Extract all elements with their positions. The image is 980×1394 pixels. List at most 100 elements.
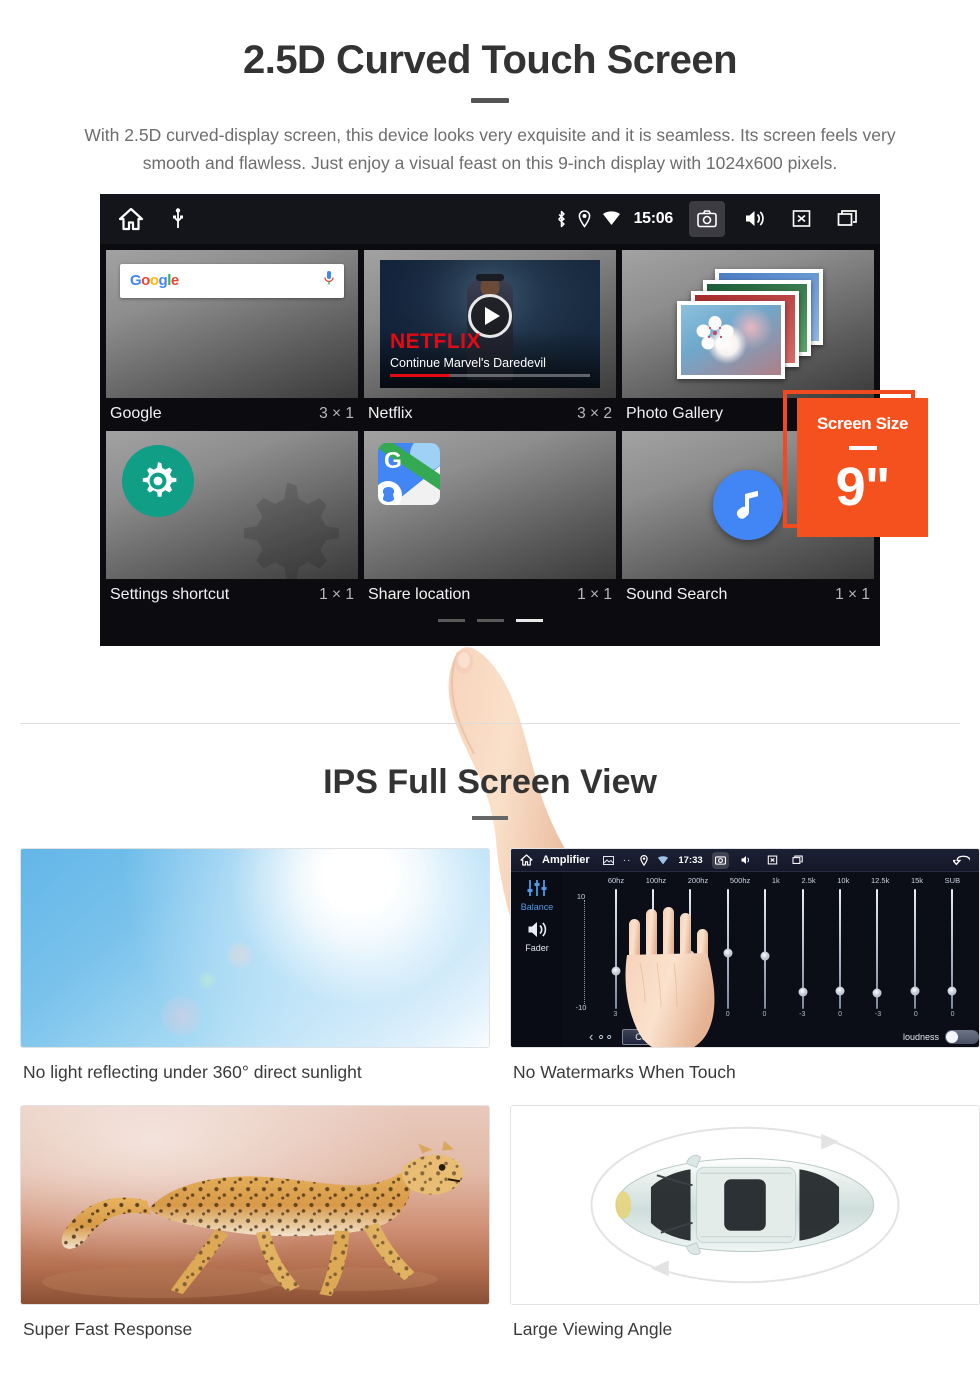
widget-name: Sound Search bbox=[626, 585, 728, 603]
widget-name: Netflix bbox=[368, 404, 413, 422]
widget-share-location[interactable]: G Share location 1 × 1 bbox=[364, 430, 616, 612]
picture-icon[interactable] bbox=[602, 855, 614, 865]
microphone-icon[interactable] bbox=[324, 270, 334, 291]
car-top-view-photo bbox=[510, 1105, 980, 1305]
widget-label: Netflix 3 × 2 bbox=[364, 398, 616, 431]
section-two-title: IPS Full Screen View bbox=[323, 763, 657, 801]
band-value: 0 bbox=[838, 1011, 843, 1018]
amp-title: Amplifier bbox=[542, 854, 590, 866]
page-dot-2[interactable] bbox=[476, 618, 504, 622]
card-caption: Large Viewing Angle bbox=[513, 1319, 673, 1339]
amplifier-screenshot: Amplifier ·· 17:33 Balance Fader 60hz 10… bbox=[510, 848, 980, 1048]
volume-icon[interactable] bbox=[736, 201, 772, 237]
cheetah-photo bbox=[20, 1105, 490, 1305]
page-indicator[interactable] bbox=[106, 612, 874, 622]
equalizer-icon[interactable] bbox=[526, 878, 548, 900]
camera-icon[interactable] bbox=[689, 200, 725, 237]
page-dot-1[interactable] bbox=[437, 618, 465, 622]
widget-label: Sound Search 1 × 1 bbox=[622, 579, 874, 612]
photo-gallery-widget[interactable] bbox=[622, 249, 874, 398]
gear-icon[interactable] bbox=[122, 444, 194, 517]
sunlight-photo bbox=[20, 848, 490, 1048]
loudness-toggle[interactable] bbox=[945, 1030, 979, 1044]
status-bar: 15:06 bbox=[100, 193, 880, 244]
recents-icon[interactable] bbox=[830, 201, 866, 237]
amp-status-bar: Amplifier ·· 17:33 bbox=[511, 849, 979, 872]
widget-size: 1 × 1 bbox=[319, 585, 354, 603]
equalizer-slider[interactable] bbox=[835, 889, 845, 1009]
maps-g-letter: G bbox=[384, 446, 402, 473]
band-value: -3 bbox=[874, 1011, 882, 1018]
music-note-icon[interactable] bbox=[713, 469, 783, 540]
widget-name: Google bbox=[110, 404, 162, 422]
page-dot-3[interactable] bbox=[515, 618, 543, 622]
location-icon bbox=[640, 854, 649, 866]
widget-google[interactable]: Google Google 3 × 1 bbox=[106, 249, 358, 431]
loudness-label: loudness bbox=[902, 1032, 939, 1042]
band-label: 12.5k bbox=[870, 876, 890, 885]
netflix-progress-bar bbox=[390, 373, 590, 377]
netflix-logo: NETFLIX bbox=[390, 329, 481, 353]
widget-label: Share location 1 × 1 bbox=[364, 579, 616, 612]
status-bar-clock: 15:06 bbox=[633, 209, 674, 227]
card-caption: No light reflecting under 360° direct su… bbox=[23, 1062, 362, 1082]
close-box-icon[interactable] bbox=[764, 852, 781, 869]
widget-settings-shortcut[interactable]: Settings shortcut 1 × 1 bbox=[106, 430, 358, 612]
volume-icon[interactable] bbox=[738, 852, 755, 869]
google-search-bar[interactable]: Google bbox=[120, 263, 344, 298]
band-label: 15k bbox=[910, 876, 924, 885]
widget-name: Share location bbox=[368, 585, 471, 603]
band-value: 0 bbox=[950, 1011, 955, 1018]
bluetooth-icon bbox=[556, 210, 567, 228]
more-dots-icon[interactable]: ·· bbox=[623, 855, 632, 866]
band-value: 3 bbox=[613, 1011, 618, 1018]
screen-size-badge: Screen Size 9" bbox=[797, 397, 928, 537]
photo-frame-blossom bbox=[677, 300, 785, 379]
google-logo: Google bbox=[130, 272, 179, 290]
home-icon[interactable] bbox=[520, 854, 533, 866]
amp-balance-label[interactable]: Balance bbox=[521, 902, 554, 912]
equalizer-slider[interactable] bbox=[611, 889, 621, 1009]
widget-netflix[interactable]: NETFLIX Continue Marvel's Daredevil Netf… bbox=[364, 249, 616, 431]
netflix-widget[interactable]: NETFLIX Continue Marvel's Daredevil bbox=[364, 249, 616, 398]
band-label: 2.5k bbox=[801, 876, 816, 885]
home-icon[interactable] bbox=[118, 207, 144, 231]
page-title: 2.5D Curved Touch Screen bbox=[242, 38, 738, 82]
curved-touch-screen-section: 2.5D Curved Touch Screen With 2.5D curve… bbox=[0, 0, 980, 942]
title-underline bbox=[471, 98, 509, 103]
widget-size: 3 × 1 bbox=[319, 404, 354, 422]
equalizer-slider[interactable] bbox=[910, 889, 920, 1009]
ips-full-screen-section: IPS Full Screen View No light reflecting… bbox=[0, 723, 980, 1340]
widget-grid: Google Google 3 × 1 NETFLIX Continue Mar… bbox=[100, 244, 880, 622]
equalizer-slider[interactable] bbox=[798, 889, 808, 1009]
settings-shortcut-widget[interactable] bbox=[106, 430, 358, 579]
camera-icon[interactable] bbox=[711, 851, 729, 869]
feature-cards-grid: No light reflecting under 360° direct su… bbox=[0, 820, 980, 1340]
loudness-control[interactable]: loudness bbox=[903, 1030, 979, 1044]
band-label: 100hz bbox=[645, 876, 667, 885]
amp-fader-label[interactable]: Fader bbox=[525, 943, 549, 953]
usb-icon[interactable] bbox=[172, 207, 184, 230]
preset-prev-icon[interactable]: ‹ ∘∘ bbox=[589, 1029, 613, 1045]
amp-side-panel: Balance Fader bbox=[511, 872, 563, 1047]
band-label: 200hz bbox=[687, 876, 709, 885]
back-arrow-icon[interactable] bbox=[953, 852, 970, 869]
touching-hand-illustration bbox=[625, 907, 715, 1047]
widget-label: Settings shortcut 1 × 1 bbox=[106, 579, 358, 612]
equalizer-slider[interactable] bbox=[760, 889, 770, 1009]
fader-speaker-icon[interactable] bbox=[525, 920, 549, 941]
gear-watermark-icon bbox=[244, 481, 339, 579]
band-label: 10k bbox=[837, 876, 850, 885]
share-location-widget[interactable]: G bbox=[364, 430, 616, 579]
google-maps-icon[interactable]: G bbox=[378, 442, 440, 505]
google-search-widget[interactable]: Google bbox=[106, 249, 358, 398]
widget-name: Settings shortcut bbox=[110, 585, 230, 603]
equalizer-slider[interactable] bbox=[872, 889, 882, 1009]
card-caption: Super Fast Response bbox=[23, 1319, 193, 1339]
device-preview: 15:06 Google Google 3 × 1 NETFLIX Contin… bbox=[0, 193, 980, 942]
recents-icon[interactable] bbox=[790, 852, 807, 869]
band-value: 0 bbox=[913, 1011, 918, 1018]
close-box-icon[interactable] bbox=[783, 201, 819, 237]
equalizer-slider[interactable] bbox=[947, 889, 957, 1009]
card-caption: No Watermarks When Touch bbox=[513, 1062, 736, 1082]
